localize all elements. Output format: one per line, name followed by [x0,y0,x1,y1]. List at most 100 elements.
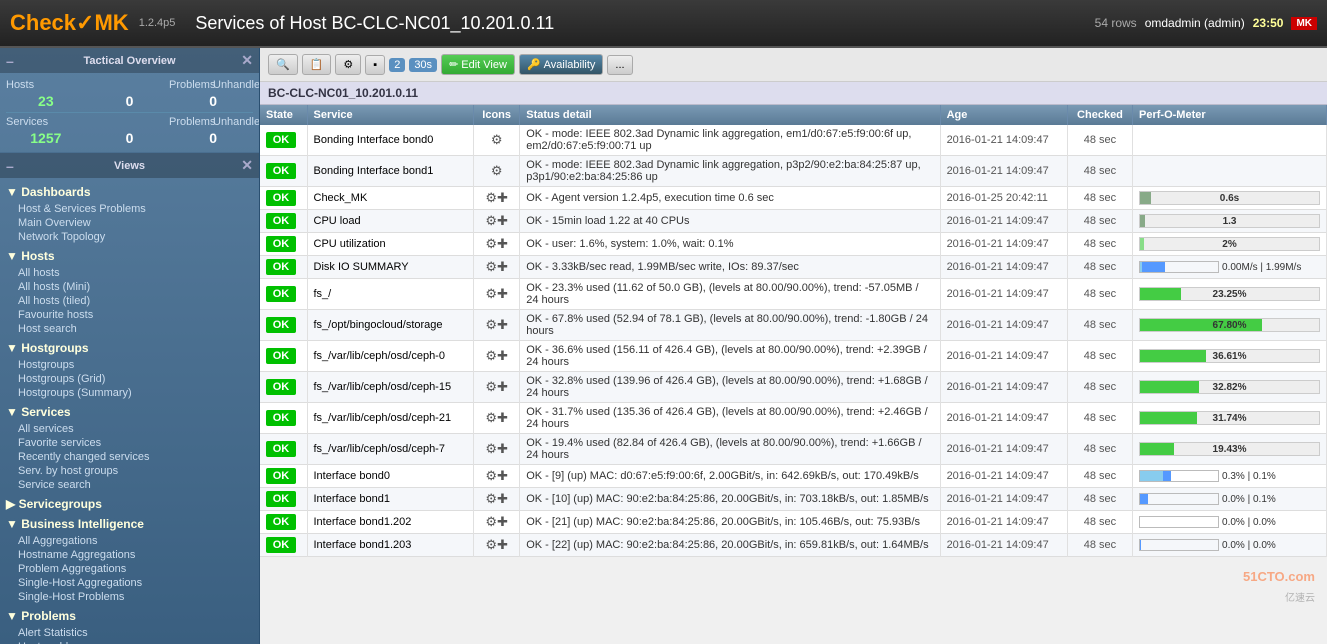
table-row[interactable]: OKInterface bond1⚙✚OK - [10] (up) MAC: 9… [260,488,1327,511]
icons-cell[interactable]: ⚙✚ [474,534,520,557]
icons-cell[interactable]: ⚙✚ [474,372,520,403]
services-count[interactable]: 1257 [6,130,86,146]
service-gear-icon[interactable]: ⚙ [485,379,497,394]
sidebar-item-single-host-agg[interactable]: Single-Host Aggregations [6,576,253,590]
service-add-icon[interactable]: ✚ [497,286,508,301]
table-row[interactable]: OKInterface bond1.202⚙✚OK - [21] (up) MA… [260,511,1327,534]
service-gear-icon[interactable]: ⚙ [485,441,497,456]
panel-close-icon[interactable]: ✕ [241,52,253,69]
service-add-icon[interactable]: ✚ [497,190,508,205]
views-close-icon[interactable]: ✕ [241,157,253,174]
service-gear-icon[interactable]: ⚙ [485,213,497,228]
graph-button[interactable]: 📋 [302,54,332,75]
service-name-cell[interactable]: Interface bond1.202 [307,511,474,534]
services-problems-count[interactable]: 0 [90,130,170,146]
table-row[interactable]: OKfs_/var/lib/ceph/osd/ceph-7⚙✚OK - 19.4… [260,434,1327,465]
col-age[interactable]: Age [940,105,1067,125]
service-name-cell[interactable]: Bonding Interface bond1 [307,156,474,187]
hosts-unhandled-count[interactable]: 0 [173,93,253,109]
table-row[interactable]: OKCheck_MK⚙✚OK - Agent version 1.2.4p5, … [260,187,1327,210]
service-name-cell[interactable]: fs_/var/lib/ceph/osd/ceph-15 [307,372,474,403]
sidebar-item-recently-changed[interactable]: Recently changed services [6,450,253,464]
edit-view-button[interactable]: ✏ Edit View [441,54,515,75]
service-name-cell[interactable]: Check_MK [307,187,474,210]
views-panel-header[interactable]: – Views ✕ [0,153,259,178]
col-checked[interactable]: Checked [1067,105,1132,125]
service-name-cell[interactable]: CPU load [307,210,474,233]
sidebar-item-all-hosts[interactable]: All hosts [6,266,253,280]
dashboards-section[interactable]: ▼ Dashboards [6,182,253,202]
availability-button[interactable]: 🔑 Availability [519,54,603,75]
problems-section[interactable]: ▼ Problems [6,606,253,626]
service-gear-icon[interactable]: ⚙ [485,491,497,506]
icons-cell[interactable]: ⚙✚ [474,187,520,210]
service-add-icon[interactable]: ✚ [497,213,508,228]
service-add-icon[interactable]: ✚ [497,514,508,529]
sidebar-item-service-search[interactable]: Service search [6,478,253,492]
service-gear-icon[interactable]: ⚙ [491,163,503,178]
service-add-icon[interactable]: ✚ [497,468,508,483]
sidebar-item-hostname-aggregations[interactable]: Hostname Aggregations [6,548,253,562]
sidebar-item-all-aggregations[interactable]: All Aggregations [6,534,253,548]
table-row[interactable]: OKfs_/var/lib/ceph/osd/ceph-21⚙✚OK - 31.… [260,403,1327,434]
service-add-icon[interactable]: ✚ [497,379,508,394]
service-add-icon[interactable]: ✚ [497,236,508,251]
logo[interactable]: Check✓MK [10,10,129,36]
sidebar-item-all-hosts-mini[interactable]: All hosts (Mini) [6,280,253,294]
table-row[interactable]: OKfs_/var/lib/ceph/osd/ceph-0⚙✚OK - 36.6… [260,341,1327,372]
service-add-icon[interactable]: ✚ [497,259,508,274]
service-gear-icon[interactable]: ⚙ [485,348,497,363]
table-row[interactable]: OKBonding Interface bond0⚙OK - mode: IEE… [260,125,1327,156]
col-service[interactable]: Service [307,105,474,125]
sidebar-item-favorite-services[interactable]: Favorite services [6,436,253,450]
icons-cell[interactable]: ⚙✚ [474,233,520,256]
sidebar-item-all-hosts-tiled[interactable]: All hosts (tiled) [6,294,253,308]
host-breadcrumb[interactable]: BC-CLC-NC01_10.201.0.11 [260,82,1327,105]
service-name-cell[interactable]: Disk IO SUMMARY [307,256,474,279]
display-button[interactable]: ▪ [365,55,385,75]
table-row[interactable]: OKfs_/opt/bingocloud/storage⚙✚OK - 67.8%… [260,310,1327,341]
service-gear-icon[interactable]: ⚙ [485,537,497,552]
icons-cell[interactable]: ⚙✚ [474,279,520,310]
service-name-cell[interactable]: fs_/var/lib/ceph/osd/ceph-7 [307,434,474,465]
service-add-icon[interactable]: ✚ [497,441,508,456]
sidebar-item-favourite-hosts[interactable]: Favourite hosts [6,308,253,322]
service-gear-icon[interactable]: ⚙ [491,132,503,147]
sidebar-item-problem-aggregations[interactable]: Problem Aggregations [6,562,253,576]
table-row[interactable]: OKDisk IO SUMMARY⚙✚OK - 3.33kB/sec read,… [260,256,1327,279]
table-row[interactable]: OKInterface bond1.203⚙✚OK - [22] (up) MA… [260,534,1327,557]
table-row[interactable]: OKfs_/var/lib/ceph/osd/ceph-15⚙✚OK - 32.… [260,372,1327,403]
sidebar-item-network-topology[interactable]: Network Topology [6,230,253,244]
views-minimize-icon[interactable]: – [6,158,14,174]
hosts-section[interactable]: ▼ Hosts [6,246,253,266]
zoom-button[interactable]: 🔍 [268,54,298,75]
service-add-icon[interactable]: ✚ [497,537,508,552]
hostgroups-section[interactable]: ▼ Hostgroups [6,338,253,358]
icons-cell[interactable]: ⚙✚ [474,511,520,534]
col-status-detail[interactable]: Status detail [520,105,940,125]
table-row[interactable]: OKfs_/⚙✚OK - 23.3% used (11.62 of 50.0 G… [260,279,1327,310]
icons-cell[interactable]: ⚙✚ [474,434,520,465]
service-name-cell[interactable]: fs_/opt/bingocloud/storage [307,310,474,341]
service-add-icon[interactable]: ✚ [497,491,508,506]
service-name-cell[interactable]: Bonding Interface bond0 [307,125,474,156]
sidebar-item-main-overview[interactable]: Main Overview [6,216,253,230]
service-gear-icon[interactable]: ⚙ [485,410,497,425]
service-gear-icon[interactable]: ⚙ [485,286,497,301]
service-gear-icon[interactable]: ⚙ [485,259,497,274]
table-row[interactable]: OKCPU load⚙✚OK - 15min load 1.22 at 40 C… [260,210,1327,233]
sidebar-item-host-problems[interactable]: Host problems [6,640,253,644]
hosts-count[interactable]: 23 [6,93,86,109]
sidebar-item-host-search[interactable]: Host search [6,322,253,336]
col-state[interactable]: State [260,105,307,125]
icons-cell[interactable]: ⚙✚ [474,403,520,434]
tactical-overview-header[interactable]: – Tactical Overview ✕ [0,48,259,73]
service-gear-icon[interactable]: ⚙ [485,236,497,251]
service-name-cell[interactable]: Interface bond0 [307,465,474,488]
service-gear-icon[interactable]: ⚙ [485,468,497,483]
hosts-problems-count[interactable]: 0 [90,93,170,109]
service-add-icon[interactable]: ✚ [497,348,508,363]
sidebar-item-single-host-problems[interactable]: Single-Host Problems [6,590,253,604]
service-gear-icon[interactable]: ⚙ [485,317,497,332]
icons-cell[interactable]: ⚙✚ [474,310,520,341]
